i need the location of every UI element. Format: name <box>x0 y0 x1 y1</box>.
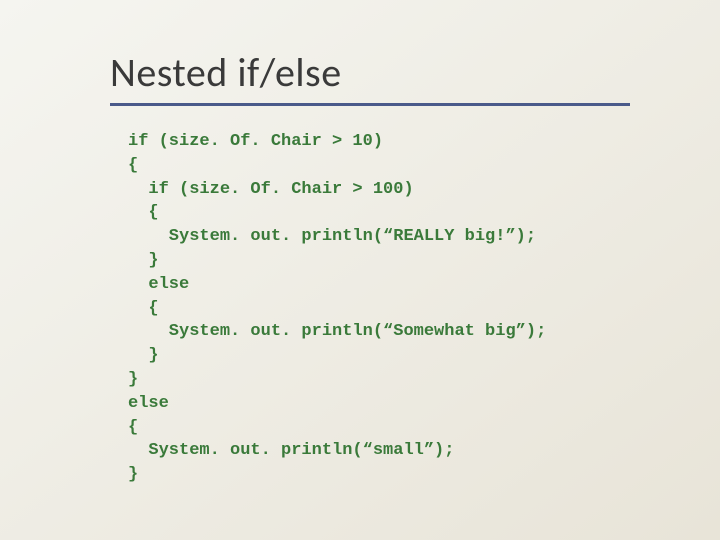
code-line: if (size. Of. Chair > 100) <box>128 180 414 199</box>
code-line: } <box>128 370 138 389</box>
slide-title: Nested if/else <box>110 48 630 97</box>
code-block: if (size. Of. Chair > 10) { if (size. Of… <box>110 130 630 487</box>
code-line: else <box>128 275 189 294</box>
code-line: { <box>128 299 159 318</box>
code-line: { <box>128 203 159 222</box>
code-line: System. out. println(“Somewhat big”); <box>128 322 546 341</box>
code-line: System. out. println(“REALLY big!”); <box>128 227 536 246</box>
title-underline <box>110 103 630 106</box>
code-line: { <box>128 156 138 175</box>
slide-container: Nested if/else if (size. Of. Chair > 10)… <box>0 0 720 527</box>
code-line: if (size. Of. Chair > 10) <box>128 132 383 151</box>
code-line: { <box>128 418 138 437</box>
code-line: } <box>128 346 159 365</box>
code-line: System. out. println(“small”); <box>128 441 454 460</box>
code-line: } <box>128 465 138 484</box>
code-line: else <box>128 394 169 413</box>
code-line: } <box>128 251 159 270</box>
